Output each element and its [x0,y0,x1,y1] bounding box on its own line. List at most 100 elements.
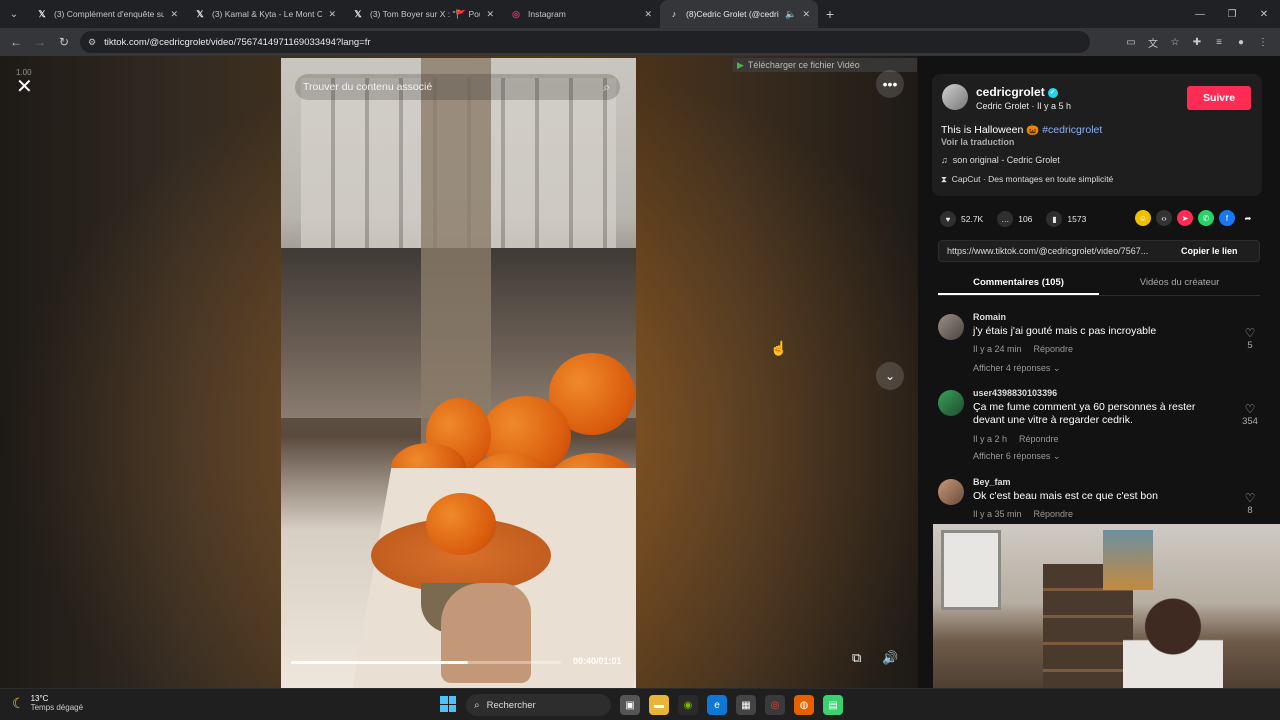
video-player[interactable]: Trouver du contenu associé ⌕ 00:40/01:01 [281,58,636,688]
more-options-button[interactable]: ••• [876,70,904,98]
bookmark-star-icon[interactable]: ☆ [1164,37,1186,48]
share-arrow-icon[interactable]: ➦ [1240,210,1256,226]
close-window-button[interactable]: ✕ [1248,0,1280,28]
browser-tab-3[interactable]: 𝕏 (3) Tom Boyer sur X : "🚩 Pourq ✕ [344,0,502,28]
music-note-icon: ♫ [941,155,948,165]
chrome-icon[interactable]: ◎ [765,695,785,715]
close-icon[interactable]: ✕ [644,9,652,20]
profile-icon[interactable]: ● [1230,37,1252,48]
comment-text: Ok c'est beau mais est ce que c'est bon [973,490,1158,502]
app-icon[interactable]: ▤ [823,695,843,715]
comment-button[interactable]: … 106 [997,211,1032,227]
taskbar-search[interactable]: ⌕ Rechercher [466,694,611,716]
browser-tab-1[interactable]: 𝕏 (3) Complément d'enquête sur ✕ [28,0,186,28]
send-icon[interactable]: ➤ [1177,210,1193,226]
close-icon[interactable]: ✕ [802,9,810,20]
avatar[interactable] [938,314,964,340]
toolbar-icons: ▭ 文 ☆ ✚ ≡ ● ⋮ [1120,28,1274,56]
show-replies-button[interactable]: Afficher 6 réponses ⌄ [973,451,1060,462]
avatar[interactable] [938,390,964,416]
picture-in-picture-icon[interactable]: ⧉ [852,650,861,666]
avatar[interactable] [942,84,968,110]
comment-like-button[interactable]: ♡ 354 [1240,402,1260,427]
reload-button[interactable]: ↻ [52,35,76,49]
save-button[interactable]: ▮ 1573 [1046,211,1086,227]
comment-username[interactable]: Romain [973,312,1006,322]
browser-tab-5-active[interactable]: ♪ (8)Cedric Grolet (@cedricgr 🔈 ✕ [660,0,818,28]
like-button[interactable]: ♥ 52.7K [940,211,983,227]
minimize-button[interactable]: — [1184,0,1216,28]
coin-icon[interactable]: ☺ [1135,210,1151,226]
post-caption: This is Halloween 🎃 #cedricgrolet [941,123,1102,136]
comment-meta: Il y a 35 min Répondre [973,509,1073,519]
site-info-icon[interactable]: ⚙ [88,37,96,48]
mouse-cursor-icon: ☝ [770,340,788,356]
comment-like-button[interactable]: ♡ 5 [1240,326,1260,351]
reply-button[interactable]: Répondre [1034,509,1074,519]
tab-comments[interactable]: Commentaires (105) [938,272,1099,295]
browser-tab-4[interactable]: ◎ Instagram ✕ [502,0,660,28]
next-video-button[interactable]: ⌄ [876,362,904,390]
edge-icon[interactable]: e [707,695,727,715]
video-progress-bar[interactable] [291,661,561,664]
capcut-icon: ⧗ [941,174,947,184]
nvidia-icon[interactable]: ◉ [678,695,698,715]
comment-text: j'y étais j'ai gouté mais c pas incroyab… [973,325,1157,337]
address-bar[interactable]: ⚙ tiktok.com/@cedricgrolet/video/7567414… [80,31,1090,53]
facebook-icon[interactable]: f [1219,210,1235,226]
menu-icon[interactable]: ⋮ [1252,37,1274,48]
windows-start-icon[interactable] [440,696,456,712]
post-time: Il y a 5 h [1037,101,1072,111]
comment-username[interactable]: user4398830103396 [973,388,1057,398]
verified-badge-icon: ✓ [1047,87,1058,98]
firefox-icon[interactable]: ◍ [794,695,814,715]
browser-tab-2[interactable]: 𝕏 (3) Kamal & Kyta - Le Mont Co ✕ [186,0,344,28]
search-icon[interactable]: ⌕ [603,80,610,95]
embed-icon[interactable]: ‹› [1156,210,1172,226]
follow-button[interactable]: Suivre [1187,86,1251,110]
cast-icon[interactable]: ▭ [1120,37,1142,48]
comment-like-button[interactable]: ♡ 8 [1240,491,1260,516]
extensions-icon[interactable]: ✚ [1186,37,1208,48]
x-logo-icon: 𝕏 [354,8,362,19]
comment-username[interactable]: Bey_fam [973,477,1011,487]
comment-time: Il y a 24 min [973,344,1022,354]
store-icon[interactable]: ▦ [736,695,756,715]
tab-search-button[interactable]: ⌄ [0,0,28,28]
comment-like-count: 5 [1247,340,1253,351]
hashtag-link[interactable]: #cedricgrolet [1042,124,1102,136]
reply-button[interactable]: Répondre [1019,434,1059,444]
related-content-search[interactable]: Trouver du contenu associé ⌕ [295,74,620,100]
temperature: 13°C [30,694,49,703]
see-translation-link[interactable]: Voir la traduction [941,137,1014,147]
new-tab-button[interactable]: + [818,6,842,22]
avatar[interactable] [938,479,964,505]
close-icon[interactable]: ✕ [170,9,178,20]
translate-icon[interactable]: 文 [1142,35,1164,50]
task-view-icon[interactable]: ▣ [620,695,640,715]
reply-button[interactable]: Répondre [1034,344,1074,354]
close-video-button[interactable]: ✕ [16,74,33,99]
close-icon[interactable]: ✕ [486,9,494,20]
tab-creator-videos[interactable]: Vidéos du créateur [1099,272,1260,295]
media-control-icon[interactable]: ≡ [1208,37,1230,48]
speaker-icon[interactable]: 🔈 [785,9,796,20]
volume-icon[interactable]: 🔊 [882,650,898,666]
back-button[interactable]: ← [4,35,28,49]
forward-button[interactable]: → [28,35,52,49]
display-name: Cedric Grolet [976,101,1030,111]
sound-link[interactable]: ♫ son original - Cedric Grolet [941,155,1060,165]
capcut-link[interactable]: ⧗ CapCut · Des montages en toute simplic… [941,174,1113,185]
username[interactable]: cedricgrolet ✓ [976,85,1058,99]
whatsapp-icon[interactable]: ✆ [1198,210,1214,226]
comment-meta: Il y a 2 h Répondre [973,434,1059,444]
comment-item: Romain j'y étais j'ai gouté mais c pas i… [938,312,1260,378]
weather-widget[interactable]: ☾ 13°C Temps dégagé [12,694,83,712]
show-replies-button[interactable]: Afficher 4 réponses ⌄ [973,363,1060,374]
video-frame-hand [441,583,531,683]
copy-link-button[interactable]: Copier le lien [1181,246,1238,256]
browser-tab-bar: ⌄ 𝕏 (3) Complément d'enquête sur ✕ 𝕏 (3)… [0,0,1280,28]
file-explorer-icon[interactable]: ▬ [649,695,669,715]
restore-button[interactable]: ❐ [1216,0,1248,28]
close-icon[interactable]: ✕ [328,9,336,20]
